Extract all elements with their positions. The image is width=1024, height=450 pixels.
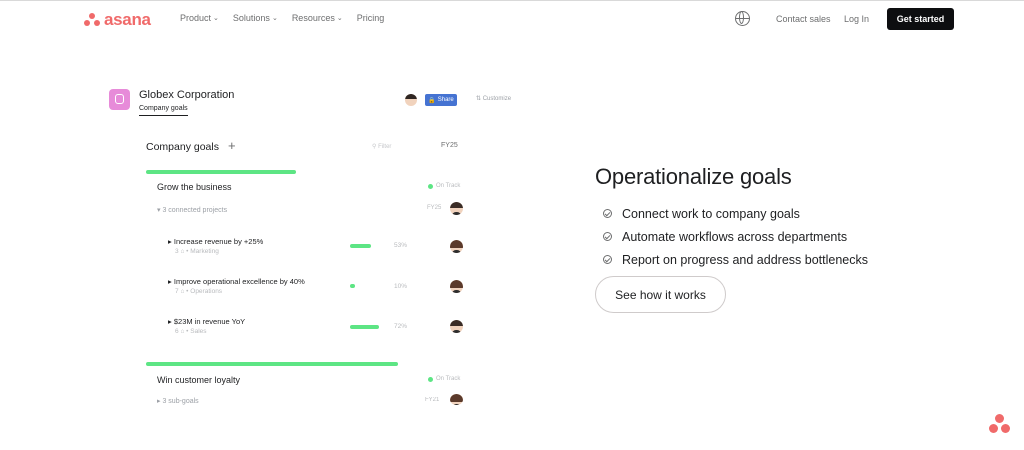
menu-product[interactable]: Product ⌄ — [180, 13, 219, 23]
share-label: Share — [437, 97, 454, 103]
avatar — [405, 94, 417, 106]
filter-button[interactable]: ⚲ Filter — [372, 143, 391, 150]
feature-text: Connect work to company goals — [622, 206, 800, 221]
project-count: 6 — [175, 328, 179, 335]
project-title: Increase revenue by +25% — [173, 237, 264, 246]
project-percent: 72% — [394, 323, 408, 330]
globe-icon[interactable] — [735, 11, 750, 26]
project-title: $23M in revenue YoY — [173, 317, 246, 326]
goals-section-title: Company goals — [146, 141, 219, 153]
project-percent: 53% — [394, 242, 408, 249]
goal-period: FY25 — [427, 205, 442, 211]
avatar — [450, 202, 463, 215]
project-row[interactable]: ▸ $23M in revenue YoY — [168, 317, 245, 326]
lock-icon: 🔒 — [428, 97, 436, 104]
caret-right-icon: ▸ — [168, 237, 172, 246]
asana-logo[interactable]: asana — [84, 10, 151, 30]
contact-sales-link[interactable]: Contact sales — [776, 14, 831, 24]
project-team: Marketing — [190, 248, 219, 255]
avatar — [450, 240, 463, 253]
status-dot — [428, 183, 433, 189]
period-selector[interactable]: FY25 — [441, 142, 458, 149]
caret-down-icon: ▾ — [157, 207, 161, 214]
avatar — [450, 394, 463, 405]
status-badge: On Track — [428, 183, 460, 189]
check-circle-icon — [603, 232, 612, 241]
check-circle-icon — [603, 255, 612, 264]
project-team: Sales — [190, 328, 207, 335]
project-title: Improve operational excellence by 40% — [173, 277, 305, 286]
feature-item: Connect work to company goals — [603, 202, 868, 225]
home-icon: ⌂ — [180, 328, 185, 335]
home-icon: ⌂ — [180, 288, 185, 295]
project-progress-bar — [350, 284, 355, 288]
menu-solutions[interactable]: Solutions ⌄ — [233, 13, 278, 23]
status-label: On Track — [436, 376, 461, 382]
feature-text: Report on progress and address bottlenec… — [622, 252, 868, 267]
project-progress-bar — [350, 325, 379, 329]
feature-list: Connect work to company goals Automate w… — [603, 202, 868, 271]
logo-text: asana — [104, 10, 151, 29]
connected-projects-label: 3 connected projects — [162, 207, 228, 214]
menu-pricing-label: Pricing — [356, 13, 385, 23]
goal-progress-bar — [146, 362, 398, 366]
menu-resources[interactable]: Resources ⌄ — [292, 13, 343, 23]
get-started-button[interactable]: Get started — [887, 8, 954, 30]
project-progress-bar — [350, 244, 371, 248]
home-icon: ⌂ — [180, 248, 185, 255]
feature-item: Report on progress and address bottlenec… — [603, 248, 868, 271]
customize-label: Customize — [482, 96, 512, 102]
project-meta: 6 ⌂ • Sales — [175, 328, 207, 335]
asana-logo-icon — [84, 13, 100, 27]
avatar — [450, 320, 463, 333]
menu-resources-label: Resources — [291, 13, 335, 23]
project-percent: 10% — [394, 283, 408, 290]
menu-solutions-label: Solutions — [232, 13, 270, 23]
filter-label: Filter — [378, 144, 392, 150]
avatar — [450, 280, 463, 293]
check-circle-icon — [603, 209, 612, 218]
hero-title: Operationalize goals — [595, 164, 792, 189]
goal-name[interactable]: Win customer loyalty — [157, 375, 240, 385]
sub-goals-label: 3 sub-goals — [162, 398, 199, 405]
top-navigation: asana Product ⌄ Solutions ⌄ Resources ⌄ … — [0, 0, 1024, 37]
menu-pricing[interactable]: Pricing — [357, 13, 385, 23]
connected-projects-toggle[interactable]: ▾ 3 connected projects — [157, 206, 227, 214]
project-count: 3 — [175, 248, 179, 255]
goal-progress-bar — [146, 170, 296, 174]
share-button[interactable]: 🔒 Share — [425, 94, 457, 106]
project-team: Operations — [190, 288, 223, 295]
add-goal-icon[interactable]: + — [228, 138, 236, 153]
customize-button[interactable]: ⇅ Customize — [476, 95, 511, 102]
login-link[interactable]: Log In — [844, 14, 869, 24]
filter-icon: ⚲ — [372, 144, 377, 150]
tab-company-goals[interactable]: Company goals — [139, 105, 188, 116]
asana-help-icon[interactable] — [989, 414, 1011, 434]
see-how-it-works-button[interactable]: See how it works — [595, 276, 726, 313]
feature-text: Automate workflows across departments — [622, 229, 848, 244]
chevron-down-icon: ⌄ — [213, 15, 219, 22]
project-meta: 3 ⌂ • Marketing — [175, 248, 219, 255]
project-count: 7 — [175, 288, 179, 295]
chevron-down-icon: ⌄ — [336, 15, 343, 22]
project-row[interactable]: ▸ Improve operational excellence by 40% — [168, 277, 305, 286]
project-meta: 7 ⌂ • Operations — [175, 288, 223, 295]
status-dot — [428, 376, 433, 382]
sliders-icon: ⇅ — [476, 96, 482, 102]
goal-period: FY21 — [425, 397, 440, 403]
status-badge: On Track — [428, 376, 460, 382]
caret-right-icon: ▸ — [168, 277, 172, 286]
caret-right-icon: ▸ — [157, 398, 161, 405]
status-label: On Track — [436, 183, 461, 189]
chevron-down-icon: ⌄ — [271, 15, 278, 22]
feature-item: Automate workflows across departments — [603, 225, 868, 248]
caret-right-icon: ▸ — [168, 317, 172, 326]
goal-name[interactable]: Grow the business — [157, 182, 232, 192]
main-menu: Product ⌄ Solutions ⌄ Resources ⌄ Pricin… — [180, 13, 384, 23]
project-row[interactable]: ▸ Increase revenue by +25% — [168, 237, 263, 246]
project-icon — [109, 89, 130, 110]
org-name: Globex Corporation — [139, 89, 235, 101]
menu-product-label: Product — [180, 13, 212, 23]
sub-goals-toggle[interactable]: ▸ 3 sub-goals — [157, 397, 199, 405]
